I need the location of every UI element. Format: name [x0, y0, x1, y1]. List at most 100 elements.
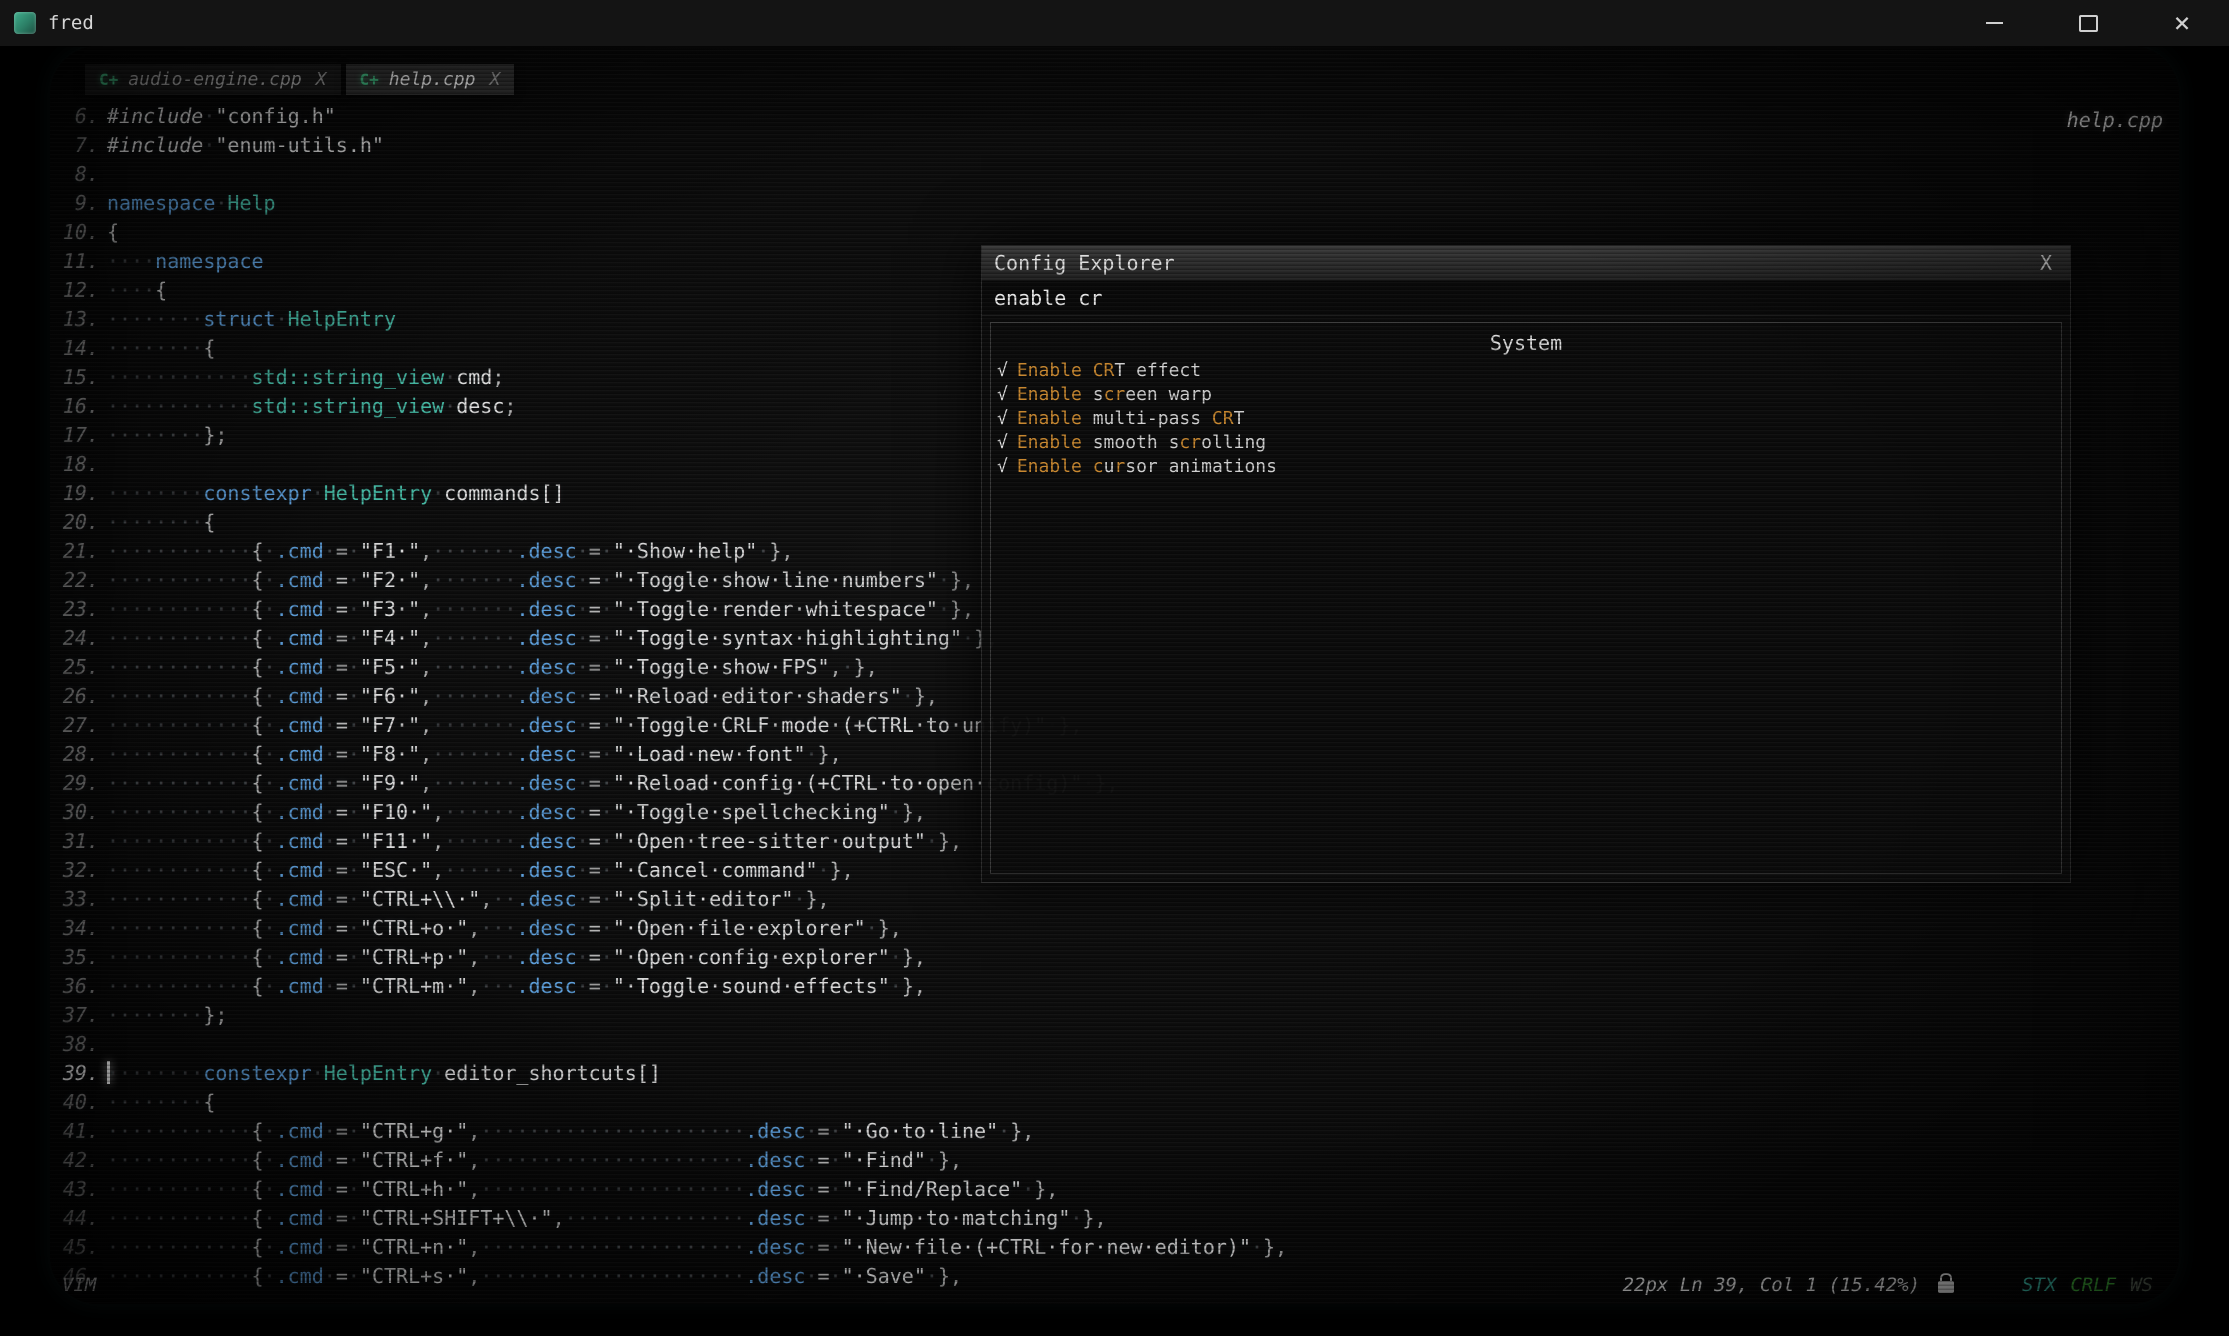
line-content: ············{·.cmd·=·"CTRL+h·",·········…	[107, 1175, 1058, 1204]
line-content: ············std::string_view·desc;	[107, 392, 516, 421]
line-number: 25.	[58, 653, 99, 682]
code-line[interactable]: 9.namespace·Help	[58, 189, 2173, 218]
maximize-icon	[2079, 15, 2098, 32]
line-content: ············{·.cmd·=·"CTRL+o·",···.desc·…	[107, 914, 902, 943]
line-number: 8.	[58, 160, 99, 189]
line-number: 21.	[58, 537, 99, 566]
code-line[interactable]: 33.············{·.cmd·=·"CTRL+\\·",··.de…	[58, 885, 2173, 914]
code-line[interactable]: 36. ············{·.cmd·=·"CTRL+m·",···.de…	[58, 972, 2173, 1001]
config-explorer-close-button[interactable]: X	[2034, 251, 2058, 275]
code-line[interactable]: 44. ············{·.cmd·=·"CTRL+SHIFT+\\·"…	[58, 1204, 2173, 1233]
line-content: ············{·.cmd·=·"F9·",·······.desc·…	[107, 769, 1119, 798]
tab-close-button[interactable]: X	[489, 69, 500, 90]
close-icon: ×	[2174, 9, 2191, 37]
line-number: 29.	[58, 769, 99, 798]
config-explorer-dialog: Config Explorer X enable cr System √Enab…	[981, 245, 2071, 883]
status-flag-crlf: CRLF	[2070, 1274, 2116, 1296]
checkbox-checked-icon[interactable]: √	[997, 407, 1008, 431]
tab-close-button[interactable]: X	[316, 69, 327, 90]
line-number: 37.	[58, 1001, 99, 1030]
code-line[interactable]: 10.{	[58, 218, 2173, 247]
line-number: 10.	[58, 218, 99, 247]
line-number: 42.	[58, 1146, 99, 1175]
line-content: ············std::string_view·cmd;	[107, 363, 504, 392]
code-line[interactable]: 41.············{·.cmd·=·"CTRL+g·",······…	[58, 1117, 2173, 1146]
config-item[interactable]: √Enable multi-pass CRT	[997, 407, 2061, 431]
line-number: 44.	[58, 1204, 99, 1233]
tab-label: help.cpp	[389, 69, 476, 90]
line-number: 22.	[58, 566, 99, 595]
code-line[interactable]: 39.········constexpr·HelpEntry·editor_sh…	[58, 1059, 2173, 1088]
line-number: 45.	[58, 1233, 99, 1262]
code-line[interactable]: 6.#include·"config.h"	[58, 102, 2173, 131]
lock-icon	[1938, 1281, 1954, 1293]
line-content: ············{·.cmd·=·"CTRL+f·",·········…	[107, 1146, 962, 1175]
line-content: ········};	[107, 1001, 227, 1030]
line-number: 40.	[58, 1088, 99, 1117]
line-number: 43.	[58, 1175, 99, 1204]
line-number: 12.	[58, 276, 99, 305]
config-item[interactable]: √Enable screen warp	[997, 383, 2061, 407]
code-line[interactable]: 45. ············{·.cmd·=·"CTRL+n·",······…	[58, 1233, 2173, 1262]
line-content: ············{·.cmd·=·"ESC·",······.desc·…	[107, 856, 854, 885]
line-content: ············{·.cmd·=·"F6·",·······.desc·…	[107, 682, 938, 711]
line-content: ············{·.cmd·=·"CTRL+SHIFT+\\·",··…	[107, 1204, 1107, 1233]
code-line[interactable]: 40. ········{	[58, 1088, 2173, 1117]
code-line[interactable]: 35.············{·.cmd·=·"CTRL+p·",···.de…	[58, 943, 2173, 972]
line-number: 20.	[58, 508, 99, 537]
status-right: 22px Ln 39, Col 1 (15.42%) STX CRLF WS	[1623, 1274, 2153, 1296]
line-number: 31.	[58, 827, 99, 856]
line-content: ············{·.cmd·=·"F2·",·······.desc·…	[107, 566, 974, 595]
line-number: 17.	[58, 421, 99, 450]
line-content: ····namespace	[107, 247, 264, 276]
status-flag-ws: WS	[2130, 1274, 2153, 1296]
line-content: ············{·.cmd·=·"F7·",·······.desc·…	[107, 711, 1082, 740]
line-number: 33.	[58, 885, 99, 914]
config-results-panel: System √Enable CRT effect√Enable screen …	[990, 322, 2062, 874]
config-explorer-titlebar: Config Explorer X	[982, 246, 2070, 281]
config-item[interactable]: √Enable smooth scrolling	[997, 431, 2061, 455]
line-content: ············{·.cmd·=·"CTRL+p·",···.desc·…	[107, 943, 926, 972]
line-content: ············{·.cmd·=·"F3·",·······.desc·…	[107, 595, 974, 624]
line-number: 16.	[58, 392, 99, 421]
editor-screen: 6.#include·"config.h"7.#include·"enum-ut…	[50, 46, 2179, 1304]
app-icon	[14, 12, 36, 34]
checkbox-checked-icon[interactable]: √	[997, 383, 1008, 407]
status-position-info: 22px Ln 39, Col 1 (15.42%)	[1623, 1274, 1920, 1296]
line-number: 15.	[58, 363, 99, 392]
tab-audio-engine.cpp[interactable]: C+audio-engine.cppX	[85, 64, 341, 95]
code-line[interactable]: 42. ············{·.cmd·=·"CTRL+f·",······…	[58, 1146, 2173, 1175]
config-item[interactable]: √Enable CRT effect	[997, 359, 2061, 383]
config-search-input[interactable]: enable cr	[982, 281, 2070, 316]
cpp-file-icon: C+	[99, 70, 118, 89]
tab-help.cpp[interactable]: C+help.cppX	[346, 64, 515, 95]
maximize-button[interactable]	[2041, 0, 2135, 46]
code-line[interactable]: 34. ············{·.cmd·=·"CTRL+o·",···.de…	[58, 914, 2173, 943]
line-content: ············{·.cmd·=·"F11·",······.desc·…	[107, 827, 962, 856]
line-number: 38.	[58, 1030, 99, 1059]
config-item[interactable]: √Enable cursor animations	[997, 455, 2061, 479]
close-button[interactable]: ×	[2135, 0, 2229, 46]
line-content: ········{	[107, 334, 215, 363]
status-flag-stx: STX	[2022, 1274, 2056, 1296]
checkbox-checked-icon[interactable]: √	[997, 431, 1008, 455]
code-line[interactable]: 43. ············{·.cmd·=·"CTRL+h·",······…	[58, 1175, 2173, 1204]
line-content: ············{·.cmd·=·"CTRL+m·",···.desc·…	[107, 972, 926, 1001]
code-line[interactable]: 37. ········};	[58, 1001, 2173, 1030]
status-flags: STX CRLF WS	[2022, 1274, 2153, 1296]
line-content: ········{	[107, 1088, 215, 1117]
checkbox-checked-icon[interactable]: √	[997, 455, 1008, 479]
line-number: 13.	[58, 305, 99, 334]
line-content: ········{	[107, 508, 215, 537]
line-content: ············{·.cmd·=·"CTRL+n·",·········…	[107, 1233, 1287, 1262]
code-line[interactable]: 8.	[58, 160, 2173, 189]
line-number: 36.	[58, 972, 99, 1001]
line-number: 34.	[58, 914, 99, 943]
checkbox-checked-icon[interactable]: √	[997, 359, 1008, 383]
line-content: ············{·.cmd·=·"F5·",·······.desc·…	[107, 653, 878, 682]
line-content: ········};	[107, 421, 227, 450]
code-line[interactable]: 38.	[58, 1030, 2173, 1059]
line-number: 27.	[58, 711, 99, 740]
minimize-button[interactable]	[1947, 0, 2041, 46]
code-line[interactable]: 7.#include·"enum-utils.h"	[58, 131, 2173, 160]
